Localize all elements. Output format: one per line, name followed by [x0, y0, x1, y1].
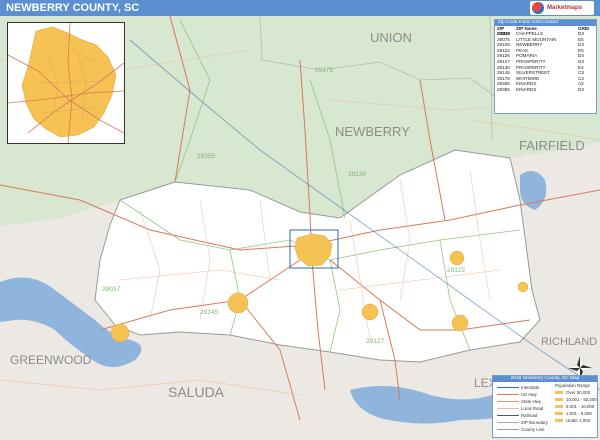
silverstreet-city-area[interactable] — [361, 303, 379, 321]
legend-range-1: Over 50,000 — [566, 390, 591, 395]
map-title-bar: NEWBERRY COUNTY, SC Marketmaps — [0, 0, 600, 16]
table-row: 29355 KINARDS D3 — [495, 87, 596, 93]
zip-label-29145: 29145 — [200, 309, 218, 316]
zip-label-29355: 29355 — [197, 153, 215, 160]
inset-map-svg — [7, 22, 125, 144]
county-label-union: UNION — [370, 30, 412, 45]
legend-swatch-range-4 — [555, 412, 563, 415]
legend-item-state-hwy: State Hwy — [521, 399, 542, 404]
legend-swatch-us-hwy — [497, 394, 519, 395]
pomaria-city-area[interactable] — [449, 250, 465, 266]
legend-swatch-interstate — [497, 387, 519, 388]
logo-icon — [532, 2, 544, 14]
legend-item-local-road: Local Road — [521, 406, 544, 411]
prosperity-city-area[interactable] — [227, 292, 249, 314]
county-label-newberry: NEWBERRY — [335, 124, 410, 139]
map-legend: 2016 Newberry County, SC Map Population … — [492, 375, 598, 438]
legend-range-5: Under 1,000 — [566, 418, 591, 423]
legend-swatch-range-3 — [555, 405, 563, 408]
legend-item-us-hwy: US Hwy — [521, 392, 537, 397]
legend-swatch-range-5 — [555, 419, 563, 422]
legend-range-4: 1,001 - 5,000 — [566, 411, 592, 416]
map-title: NEWBERRY COUNTY, SC — [6, 2, 140, 14]
county-label-greenwood: GREENWOOD — [10, 353, 92, 367]
little-mountain-city-area[interactable] — [451, 314, 469, 332]
chappells-city-area[interactable] — [110, 323, 130, 343]
zip-name: KINARDS — [516, 86, 537, 92]
newberry-city-inset-map[interactable] — [7, 22, 125, 144]
brand-logo[interactable]: Marketmaps — [530, 1, 594, 15]
legend-body: Population Range Interstate US Hwy State… — [493, 382, 597, 438]
zip-code-index-table: Zip Code Index Grid Locator ZIP CODE ZIP… — [494, 19, 597, 114]
zip-label-29178: 29178 — [315, 67, 333, 74]
zip-grid: D3 — [578, 86, 584, 92]
logo-text: Marketmaps — [547, 5, 583, 11]
county-label-fairfield: FAIRFIELD — [519, 138, 585, 153]
zip-label-29037: 29037 — [102, 286, 120, 293]
peak-city-area[interactable] — [517, 281, 529, 293]
legend-range-2: 10,001 - 50,000 — [566, 397, 597, 402]
legend-swatch-zip-boundary — [497, 422, 519, 423]
county-label-richland: RICHLAND — [541, 336, 597, 348]
legend-swatch-state-hwy — [497, 401, 519, 402]
legend-swatch-local-road — [497, 408, 519, 409]
zip-label-29130: 29130 — [348, 171, 366, 178]
legend-item-zip-boundary: ZIP Boundary — [521, 420, 548, 425]
legend-range-3: 5,001 - 10,000 — [566, 404, 595, 409]
legend-swatch-railroad — [497, 415, 519, 416]
legend-subtitle: Population Range — [555, 383, 590, 388]
legend-swatch-range-2 — [555, 398, 563, 401]
zip-label-29127: 29127 — [366, 338, 384, 345]
county-label-saluda: SALUDA — [168, 384, 225, 400]
legend-item-railroad: Railroad — [521, 413, 538, 418]
zip-code: 29355 — [497, 86, 510, 92]
legend-item-county-line: County Line — [521, 427, 545, 432]
legend-swatch-range-1 — [555, 391, 563, 394]
legend-swatch-county-line — [497, 429, 519, 430]
legend-item-interstate: Interstate — [521, 385, 540, 390]
zip-label-29122: 29122 — [447, 267, 465, 274]
